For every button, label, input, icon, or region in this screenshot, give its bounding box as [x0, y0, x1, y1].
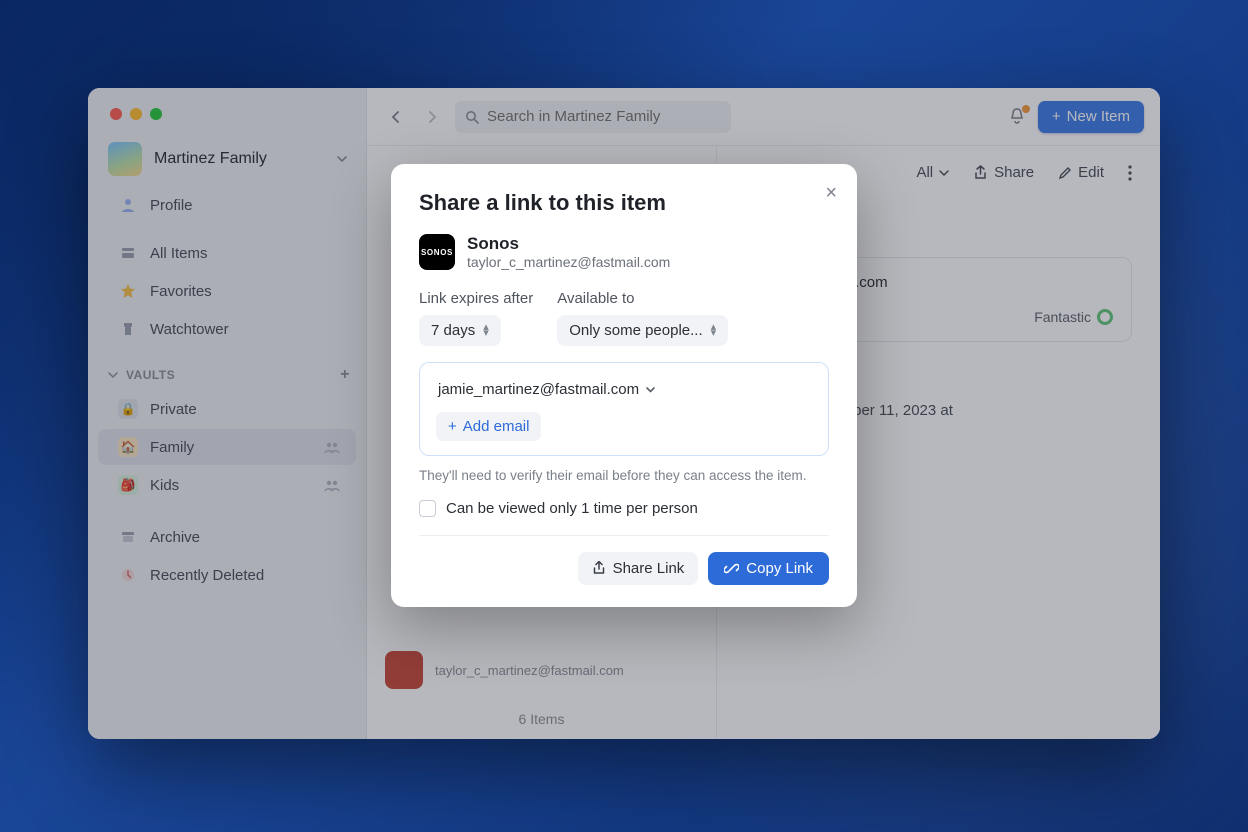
modal-item: SONOS Sonos taylor_c_martinez@fastmail.c… [419, 234, 829, 270]
copy-link-button[interactable]: Copy Link [708, 552, 829, 585]
share-icon [592, 561, 606, 575]
share-link-button[interactable]: Share Link [578, 552, 699, 585]
modal-overlay[interactable]: × Share a link to this item SONOS Sonos … [88, 88, 1160, 739]
view-once-label: Can be viewed only 1 time per person [446, 500, 698, 517]
modal-item-sub: taylor_c_martinez@fastmail.com [467, 254, 670, 270]
expires-select[interactable]: 7 days ▴▾ [419, 315, 501, 346]
chevron-down-icon [645, 384, 656, 395]
modal-title: Share a link to this item [419, 190, 829, 216]
share-link-label: Share Link [613, 560, 685, 577]
add-email-button[interactable]: + Add email [436, 412, 541, 441]
add-email-label: Add email [463, 418, 530, 435]
updown-icon: ▴▾ [711, 325, 717, 336]
app-window: Martinez Family Profile All Items Favori… [88, 88, 1160, 739]
email-value: jamie_martinez@fastmail.com [438, 381, 639, 398]
expires-value: 7 days [431, 322, 475, 339]
help-text: They'll need to verify their email befor… [419, 466, 829, 486]
available-value: Only some people... [569, 322, 702, 339]
share-modal: × Share a link to this item SONOS Sonos … [391, 164, 857, 607]
available-select[interactable]: Only some people... ▴▾ [557, 315, 728, 346]
updown-icon: ▴▾ [483, 325, 489, 336]
close-button[interactable]: × [825, 182, 837, 205]
checkbox[interactable] [419, 500, 436, 517]
link-icon [724, 561, 739, 576]
copy-link-label: Copy Link [746, 560, 813, 577]
plus-icon: + [448, 418, 457, 435]
email-chip[interactable]: jamie_martinez@fastmail.com [436, 377, 658, 402]
email-recipients: jamie_martinez@fastmail.com + Add email [419, 362, 829, 456]
view-once-row[interactable]: Can be viewed only 1 time per person [419, 500, 829, 536]
expires-label: Link expires after [419, 290, 533, 307]
available-label: Available to [557, 290, 728, 307]
modal-item-name: Sonos [467, 234, 670, 254]
sonos-icon: SONOS [419, 234, 455, 270]
